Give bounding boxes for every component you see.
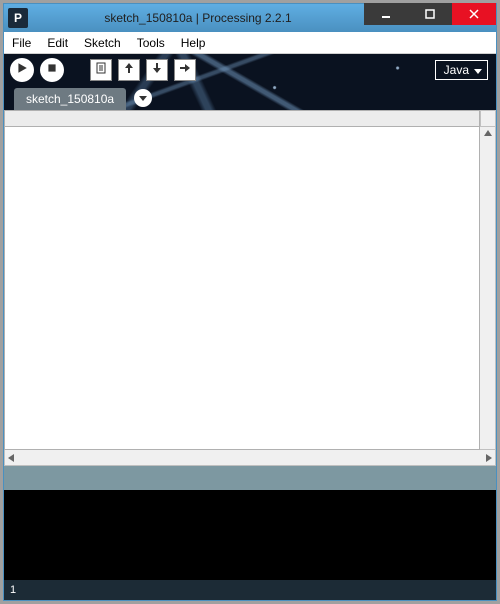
tab-bar: sketch_150810a [14,88,152,110]
menu-tools[interactable]: Tools [129,33,173,53]
new-file-icon [94,61,108,80]
tab-menu-button[interactable] [134,89,152,107]
statusbar: 1 [4,580,496,600]
menubar: File Edit Sketch Tools Help [4,32,496,54]
horizontal-scrollbar[interactable] [4,450,496,466]
scroll-right-icon[interactable] [486,454,492,462]
close-button[interactable] [452,3,496,25]
mode-selector[interactable]: Java [435,60,488,80]
arrow-down-icon [150,61,164,80]
app-window: P sketch_150810a | Processing 2.2.1 File… [3,3,497,601]
menu-help[interactable]: Help [173,33,214,53]
menu-sketch[interactable]: Sketch [76,33,129,53]
vertical-scrollbar[interactable] [480,126,496,450]
scroll-left-icon[interactable] [8,454,14,462]
editor-area [4,110,496,466]
mode-label: Java [444,63,469,77]
scroll-up-icon[interactable] [484,130,492,136]
line-number: 1 [10,584,16,596]
titlebar[interactable]: P sketch_150810a | Processing 2.2.1 [4,4,496,32]
message-bar [4,466,496,490]
editor-header-band [4,110,480,126]
export-button[interactable] [174,59,196,81]
console[interactable] [4,490,496,580]
save-button[interactable] [146,59,168,81]
menu-edit[interactable]: Edit [39,33,76,53]
maximize-button[interactable] [408,3,452,25]
menu-file[interactable]: File [4,33,39,53]
arrow-up-icon [122,61,136,80]
app-icon: P [8,8,28,28]
run-button[interactable] [10,58,34,82]
stop-icon [46,61,58,79]
code-editor[interactable] [4,126,480,450]
window-title: sketch_150810a | Processing 2.2.1 [32,11,364,25]
toolbar: Java sketch_150810a [4,54,496,110]
tab-active[interactable]: sketch_150810a [14,88,126,110]
arrow-right-icon [178,61,192,80]
play-icon [16,61,28,79]
minimize-button[interactable] [364,3,408,25]
new-button[interactable] [90,59,112,81]
open-button[interactable] [118,59,140,81]
stop-button[interactable] [40,58,64,82]
